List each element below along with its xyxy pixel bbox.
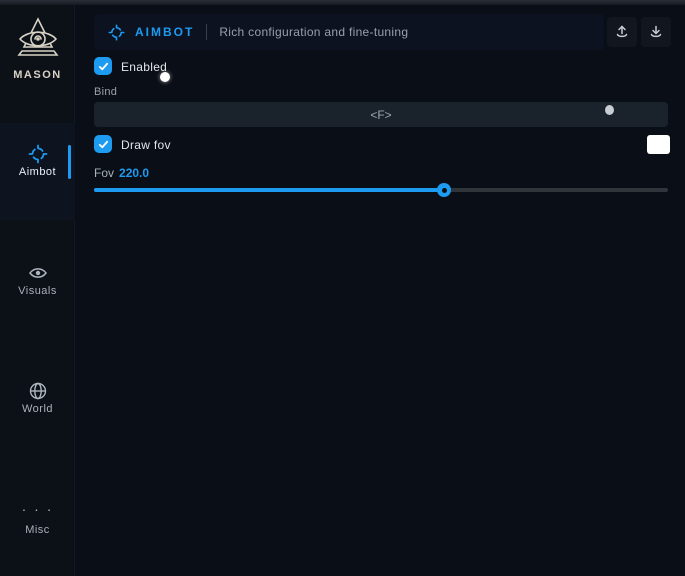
bind-label: Bind <box>94 86 117 98</box>
crosshair-icon <box>0 144 75 164</box>
pyramid-eye-logo-icon <box>0 15 75 65</box>
app-logo: MASON <box>0 15 75 81</box>
page-title: AIMBOT <box>135 25 194 39</box>
fov-slider-fill <box>94 188 444 192</box>
sidebar-item-misc[interactable]: · · · Misc <box>0 502 75 536</box>
logo-text: MASON <box>0 69 75 81</box>
sidebar-item-label: World <box>0 403 75 415</box>
bind-field-dot <box>605 105 614 115</box>
sidebar-item-label: Aimbot <box>0 166 75 178</box>
sidebar-item-label: Visuals <box>0 285 75 297</box>
bind-value: <F> <box>370 108 391 122</box>
ellipsis-icon: · · · <box>0 502 75 522</box>
sidebar-item-label: Misc <box>0 524 75 536</box>
sidebar: MASON Aimbot <box>0 5 75 576</box>
sidebar-item-visuals[interactable]: Visuals <box>0 263 75 297</box>
section-header: AIMBOT Rich configuration and fine-tunin… <box>94 14 604 50</box>
fov-label: Fov <box>94 166 114 180</box>
enabled-label: Enabled <box>121 60 167 74</box>
fov-value-row: Fov 220.0 <box>94 166 149 180</box>
enabled-checkbox[interactable] <box>94 57 112 75</box>
window-top-edge <box>0 0 685 5</box>
header-divider <box>206 24 207 40</box>
check-icon <box>98 61 109 72</box>
draw-fov-checkbox[interactable] <box>94 135 112 153</box>
download-icon <box>648 24 664 40</box>
draw-fov-label: Draw fov <box>121 138 171 152</box>
upload-icon <box>614 24 630 40</box>
fov-slider-handle[interactable] <box>437 183 451 197</box>
fov-value: 220.0 <box>119 166 149 180</box>
sidebar-item-aimbot[interactable]: Aimbot <box>0 144 75 178</box>
mason-window: MASON Aimbot <box>0 0 685 576</box>
import-config-button[interactable] <box>641 17 671 47</box>
export-config-button[interactable] <box>607 17 637 47</box>
fov-color-swatch[interactable] <box>647 135 670 154</box>
page-subtitle: Rich configuration and fine-tuning <box>219 25 408 39</box>
check-icon <box>98 139 109 150</box>
globe-icon <box>0 381 75 401</box>
sidebar-item-world[interactable]: World <box>0 381 75 415</box>
crosshair-icon <box>108 24 125 41</box>
bind-keybind-field[interactable]: <F> <box>94 102 668 127</box>
mouse-cursor-dot <box>160 72 170 82</box>
eye-icon <box>0 263 75 283</box>
fov-slider[interactable] <box>94 188 668 192</box>
